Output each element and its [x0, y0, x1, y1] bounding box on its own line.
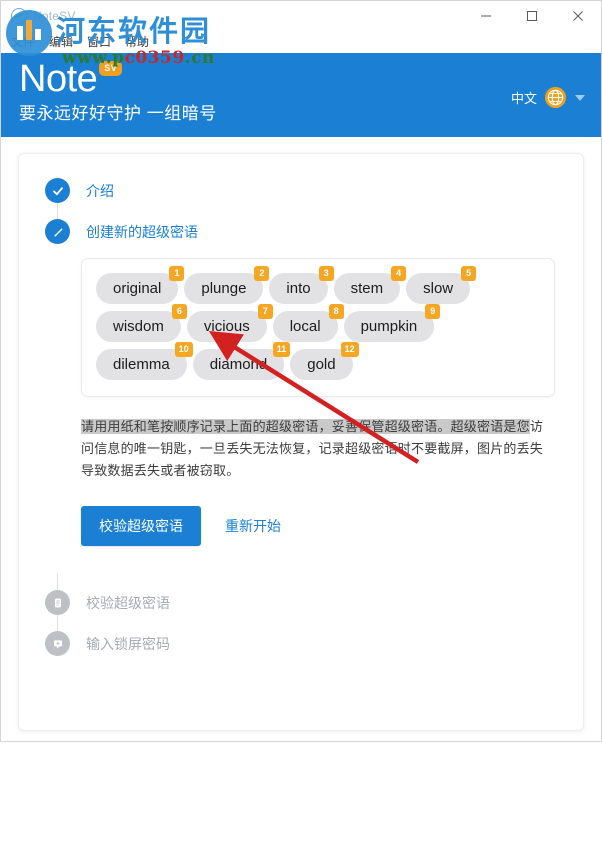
- mnemonic-word: plunge: [201, 280, 247, 297]
- mnemonic-chip[interactable]: local 8: [272, 304, 344, 342]
- step-create-passphrase-label: 创建新的超级密语: [86, 223, 198, 240]
- menu-help[interactable]: 帮助: [125, 31, 149, 53]
- minimize-icon[interactable]: [463, 1, 509, 31]
- maximize-icon[interactable]: [509, 1, 555, 31]
- mnemonic-word: pumpkin: [360, 318, 418, 335]
- passphrase-instructions-highlight: 请用用纸和笔按顺序记录上面的超级密语，妥善保管超级密语。超级密语是您: [81, 419, 530, 434]
- mnemonic-chip[interactable]: vicious 7: [186, 304, 273, 342]
- title-bar: NoteSV: [1, 1, 601, 31]
- mnemonic-row: dilemma 10 diamond 11 gold 12: [96, 342, 540, 380]
- mnemonic-index: 5: [461, 266, 477, 281]
- step-connector: [57, 203, 58, 219]
- mnemonic-chip[interactable]: gold 12: [290, 342, 359, 380]
- mnemonic-word: vicious: [203, 318, 250, 335]
- mnemonic-index: 4: [391, 266, 407, 281]
- restart-link[interactable]: 重新开始: [225, 516, 281, 536]
- check-icon: [45, 178, 70, 203]
- mnemonic-chip[interactable]: pumpkin 9: [343, 304, 441, 342]
- document-icon: [45, 590, 70, 615]
- mnemonic-word: wisdom: [113, 318, 164, 335]
- mnemonic-index: 10: [174, 342, 193, 357]
- mnemonic-word: into: [286, 280, 311, 297]
- mnemonic-index: 6: [171, 304, 187, 319]
- mnemonic-index: 2: [254, 266, 270, 281]
- mnemonic-chip[interactable]: original 1: [96, 266, 185, 304]
- language-selector[interactable]: 中文: [511, 87, 585, 108]
- mnemonic-word: local: [289, 318, 321, 335]
- mnemonic-row: wisdom 6 vicious 7 local 8 pumpkin 9: [96, 304, 540, 342]
- step-connector: [57, 574, 58, 590]
- brand-badge: SV: [99, 61, 123, 76]
- step-intro[interactable]: 介绍: [19, 178, 583, 203]
- brand-row: Note SV: [19, 57, 583, 101]
- mnemonic-chip[interactable]: slow 5: [406, 266, 477, 304]
- mnemonic-word: stem: [350, 280, 384, 297]
- application-window: NoteSV 文件 编辑 窗口 帮助 Note SV 要永远好好守护 一组暗号 …: [0, 0, 602, 742]
- window-controls: [463, 1, 601, 31]
- mnemonic-index: 1: [169, 266, 185, 281]
- mnemonic-index: 8: [328, 304, 344, 319]
- chevron-down-icon[interactable]: [575, 94, 585, 101]
- menu-window[interactable]: 窗口: [87, 31, 111, 53]
- mnemonic-index: 9: [425, 304, 441, 319]
- menu-edit[interactable]: 编辑: [49, 31, 73, 53]
- step-connector: [57, 615, 58, 631]
- mnemonic-chip[interactable]: wisdom 6: [96, 304, 187, 342]
- window-title: NoteSV: [33, 9, 76, 23]
- mnemonic-word: dilemma: [113, 356, 170, 373]
- mnemonic-word: slow: [423, 280, 454, 297]
- mnemonic-rows: original 1 plunge 2 into 3 stem 4 slow 5…: [96, 266, 540, 380]
- language-label: 中文: [510, 91, 537, 106]
- mnemonic-chip[interactable]: into 3: [269, 266, 334, 304]
- action-row: 校验超级密语 重新开始: [81, 506, 555, 546]
- mnemonic-word: original: [113, 280, 162, 297]
- menu-file[interactable]: 文件: [11, 31, 35, 53]
- passphrase-instructions: 请用用纸和笔按顺序记录上面的超级密语，妥善保管超级密语。超级密语是您访问信息的唯…: [81, 416, 555, 482]
- globe-icon: [545, 87, 566, 108]
- step-lockscreen-password: 输入锁屏密码: [19, 631, 583, 656]
- step-verify-passphrase: 校验超级密语: [19, 590, 583, 615]
- note-circle-icon: [11, 8, 27, 24]
- mnemonic-index: 7: [257, 304, 273, 319]
- close-icon[interactable]: [555, 1, 601, 31]
- header-tagline: 要永远好好守护 一组暗号: [19, 104, 217, 123]
- pencil-icon: [45, 219, 70, 244]
- mnemonic-word: diamond: [209, 356, 268, 373]
- step-create-passphrase[interactable]: 创建新的超级密语: [19, 219, 583, 244]
- mnemonic-panel: original 1 plunge 2 into 3 stem 4 slow 5…: [81, 258, 555, 397]
- step-intro-label: 介绍: [86, 182, 114, 199]
- wizard-card: 介绍 创建新的超级密语 original 1 plunge 2 into 3 s…: [18, 153, 584, 731]
- mnemonic-index: 12: [340, 342, 359, 357]
- keypad-icon: [45, 631, 70, 656]
- mnemonic-chip[interactable]: diamond 11: [192, 342, 291, 380]
- mnemonic-index: 3: [318, 266, 334, 281]
- mnemonic-chip[interactable]: stem 4: [333, 266, 407, 304]
- mnemonic-chip[interactable]: plunge 2: [184, 266, 270, 304]
- page-title: Note: [19, 58, 98, 100]
- passphrase-content: original 1 plunge 2 into 3 stem 4 slow 5…: [19, 258, 583, 546]
- step-verify-passphrase-label: 校验超级密语: [86, 594, 170, 611]
- step-lockscreen-password-label: 输入锁屏密码: [86, 635, 170, 652]
- app-header: Note SV 要永远好好守护 一组暗号 中文: [1, 53, 601, 137]
- mnemonic-word: gold: [307, 356, 336, 373]
- mnemonic-chip[interactable]: dilemma 10: [96, 342, 193, 380]
- verify-passphrase-button[interactable]: 校验超级密语: [81, 506, 201, 546]
- body-area: 介绍 创建新的超级密语 original 1 plunge 2 into 3 s…: [1, 137, 601, 741]
- mnemonic-row: original 1 plunge 2 into 3 stem 4 slow 5: [96, 266, 540, 304]
- menu-bar: 文件 编辑 窗口 帮助: [1, 31, 601, 53]
- mnemonic-index: 11: [272, 342, 291, 357]
